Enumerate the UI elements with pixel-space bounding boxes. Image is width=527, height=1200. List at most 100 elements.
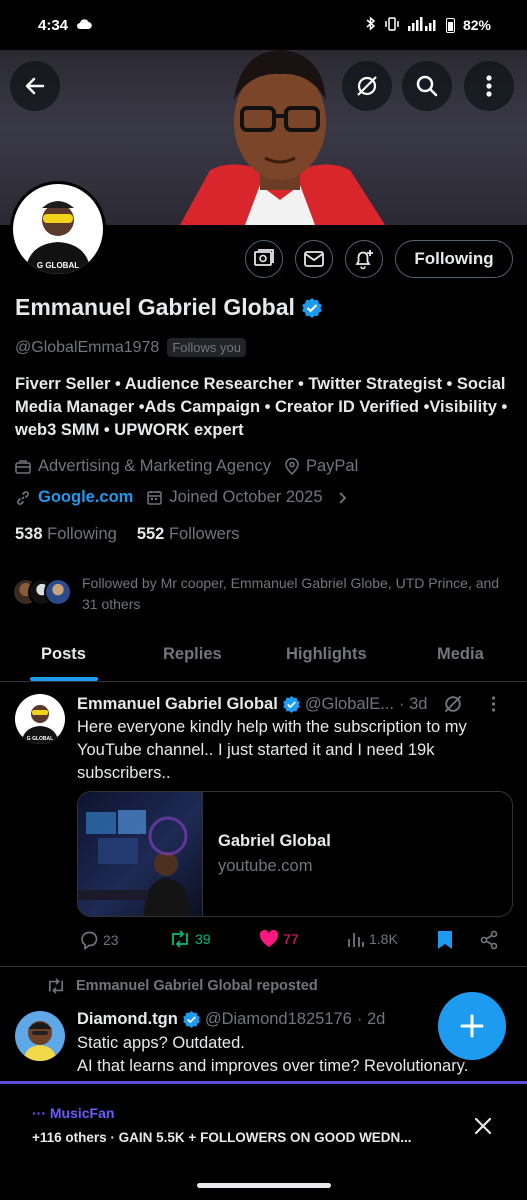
compose-button[interactable]	[438, 992, 506, 1060]
search-icon	[416, 75, 438, 97]
more-options-button[interactable]	[464, 61, 514, 111]
tab-media[interactable]: Media	[437, 645, 484, 664]
followers-label: Followers	[168, 525, 240, 543]
following-count: 538	[15, 525, 43, 543]
tweet-text-line: AI that learns and improves over time? R…	[77, 1057, 469, 1075]
like-button[interactable]: 77	[259, 930, 299, 948]
avatar-image	[15, 1011, 65, 1061]
status-bar: 4:34 82%	[0, 0, 527, 50]
signal-icon	[407, 16, 438, 34]
message-button[interactable]	[295, 240, 333, 278]
profile-website[interactable]: Google.com	[15, 488, 133, 507]
more-vertical-icon	[486, 75, 492, 97]
followed-by-row[interactable]: Followed by Mr cooper, Emmanuel Gabriel …	[12, 573, 512, 615]
share-button[interactable]	[479, 930, 499, 950]
avatar-logo-text: G GLOBAL	[37, 261, 79, 270]
profile-name: Emmanuel Gabriel Global	[15, 294, 295, 320]
profile-location: PayPal	[285, 457, 358, 476]
card-domain: youtube.com	[218, 857, 313, 875]
tab-posts[interactable]: Posts	[41, 645, 86, 664]
following-button[interactable]: Following	[395, 240, 513, 278]
chevron-right-icon	[338, 491, 346, 504]
notifications-button[interactable]	[345, 240, 383, 278]
envelope-icon	[304, 251, 324, 267]
profile-meta-row-1: Advertising & Marketing Agency PayPal	[15, 457, 358, 476]
calendar-icon	[147, 491, 163, 505]
reply-button[interactable]: 23	[79, 930, 119, 950]
tweet-text: Here everyone kindly help with the subsc…	[77, 718, 467, 782]
following-label: Following	[47, 525, 117, 543]
repost-label-text: Emmanuel Gabriel Global reposted	[76, 978, 318, 994]
joined-text: Joined October 2025	[169, 488, 323, 506]
bookmark-button[interactable]	[437, 930, 453, 950]
tab-replies[interactable]: Replies	[163, 645, 222, 664]
followers-stat[interactable]: 552 Followers	[137, 525, 240, 544]
subscribe-button[interactable]	[245, 240, 283, 278]
avatar-logo-text: G GLOBAL	[27, 736, 53, 742]
location-text: PayPal	[305, 457, 359, 475]
arrow-left-icon	[25, 77, 45, 95]
repost-icon	[172, 930, 188, 948]
grok-icon[interactable]	[442, 693, 464, 715]
card-title: Gabriel Global	[218, 832, 331, 850]
video-thumbnail-image	[78, 810, 190, 916]
back-button[interactable]	[10, 61, 60, 111]
tweet-time: · 2d	[356, 1010, 386, 1028]
follower-avatar	[44, 578, 72, 606]
followed-by-text: Followed by Mr cooper, Emmanuel Gabriel …	[82, 575, 500, 612]
views-button[interactable]: 1.8K	[347, 930, 398, 948]
tweet-divider	[0, 966, 527, 967]
home-indicator[interactable]	[197, 1183, 331, 1188]
tweet-actions: 23 39 77 1.8K	[77, 930, 507, 954]
status-time: 4:34	[38, 16, 69, 34]
tweet-author-handle: @GlobalE...	[304, 694, 395, 713]
more-vertical-icon[interactable]	[491, 696, 496, 712]
share-icon	[480, 930, 498, 950]
profile-bio: Fiverr Seller • Audience Researcher • Tw…	[15, 375, 508, 439]
follow-stats: 538 Following 552 Followers	[15, 525, 240, 544]
grok-button[interactable]	[342, 61, 392, 111]
verified-badge-icon	[282, 695, 300, 713]
analytics-icon	[348, 933, 364, 947]
tweet-time: · 3d	[399, 694, 428, 713]
tweet-header: Emmanuel Gabriel Global @GlobalE... · 3d	[77, 693, 496, 715]
card-thumbnail	[78, 792, 203, 916]
category-text: Advertising & Marketing Agency	[38, 457, 271, 475]
tweet-author-avatar[interactable]: G GLOBAL	[15, 694, 65, 744]
avatar-image: G GLOBAL	[15, 694, 65, 744]
repost-label: Emmanuel Gabriel Global reposted	[46, 978, 318, 994]
link-card[interactable]: Gabriel Global youtube.com	[77, 791, 513, 917]
search-button[interactable]	[402, 61, 452, 111]
tweet-header: Diamond.tgn @Diamond1825176 · 2d	[77, 1010, 385, 1029]
website-link[interactable]: Google.com	[38, 488, 133, 507]
repost-icon	[48, 978, 64, 994]
tweet-author-handle: @Diamond1825176	[204, 1010, 352, 1028]
profile-handle: @GlobalEmma1978	[15, 338, 160, 356]
in-app-notification[interactable]: ··· MusicFan +116 others · GAIN 5.5K + F…	[0, 1084, 527, 1170]
notification-body: +116 others · GAIN 5.5K + FOLLOWERS ON G…	[32, 1130, 412, 1145]
follows-you-badge: Follows you	[167, 338, 246, 357]
tab-highlights[interactable]: Highlights	[286, 645, 367, 664]
profile-avatar[interactable]: G GLOBAL	[10, 181, 106, 277]
vibrate-icon	[384, 16, 400, 34]
following-stat[interactable]: 538 Following	[15, 525, 117, 544]
battery-percent: 82%	[462, 17, 491, 33]
bluetooth-icon	[366, 16, 376, 34]
cloud-icon	[76, 17, 92, 34]
grok-icon	[357, 76, 377, 96]
card-text: Gabriel Global youtube.com	[203, 792, 331, 916]
tweet-author-name[interactable]: Diamond.tgn	[77, 1010, 178, 1029]
tweet-author-avatar[interactable]	[15, 1011, 65, 1061]
verified-badge-icon	[182, 1011, 200, 1028]
heart-filled-icon	[259, 930, 279, 947]
profile-joined[interactable]: Joined October 2025	[147, 488, 347, 507]
avatar-image: G GLOBAL	[13, 184, 103, 274]
repost-button[interactable]: 39	[169, 930, 211, 948]
money-icon	[254, 249, 274, 266]
close-icon[interactable]	[473, 1116, 493, 1136]
briefcase-icon	[15, 460, 31, 474]
view-count: 1.8K	[369, 931, 398, 947]
profile-tabs: Posts Replies Highlights Media	[0, 630, 527, 682]
tweet-author-name[interactable]: Emmanuel Gabriel Global	[77, 695, 278, 714]
followers-count: 552	[136, 525, 165, 543]
